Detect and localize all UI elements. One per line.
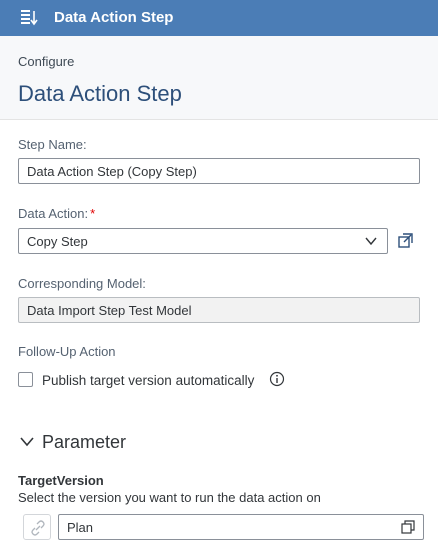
steps-icon (21, 10, 38, 26)
value-help-icon[interactable] (401, 520, 415, 534)
parameter-name: TargetVersion (18, 473, 104, 488)
follow-up-label: Follow-Up Action (18, 344, 116, 359)
page-title: Data Action Step (18, 81, 182, 106)
title-bar: Data Action Step (0, 0, 438, 36)
step-name-input[interactable]: Data Action Step (Copy Step) (18, 158, 420, 184)
data-action-label-text: Data Action: (18, 206, 89, 221)
page-header: Configure Data Action Step (0, 36, 438, 120)
target-version-value: Plan (67, 520, 94, 535)
target-version-input[interactable]: Plan (58, 514, 424, 540)
dialog-title: Data Action Step (54, 9, 174, 26)
data-action-select[interactable]: Copy Step (18, 228, 388, 254)
corresponding-model-label: Corresponding Model: (18, 276, 146, 291)
required-mark: * (90, 206, 96, 221)
collapse-chevron-icon[interactable] (20, 436, 34, 448)
publish-checkbox-label[interactable]: Publish target version automatically (42, 373, 254, 388)
link-icon (31, 520, 45, 536)
data-action-value: Copy Step (27, 234, 88, 249)
chevron-down-icon[interactable] (365, 236, 377, 246)
parameter-section-title[interactable]: Parameter (42, 432, 126, 453)
breadcrumb: Configure (18, 54, 75, 69)
parameter-description: Select the version you want to run the d… (18, 490, 321, 505)
link-button[interactable] (23, 514, 51, 540)
info-icon[interactable] (269, 371, 285, 387)
step-name-label: Step Name: (18, 137, 87, 152)
publish-checkbox[interactable] (18, 372, 33, 387)
corresponding-model-field: Data Import Step Test Model (18, 297, 420, 323)
open-data-action-icon[interactable] (396, 232, 414, 250)
data-action-label: Data Action: * (18, 206, 95, 221)
